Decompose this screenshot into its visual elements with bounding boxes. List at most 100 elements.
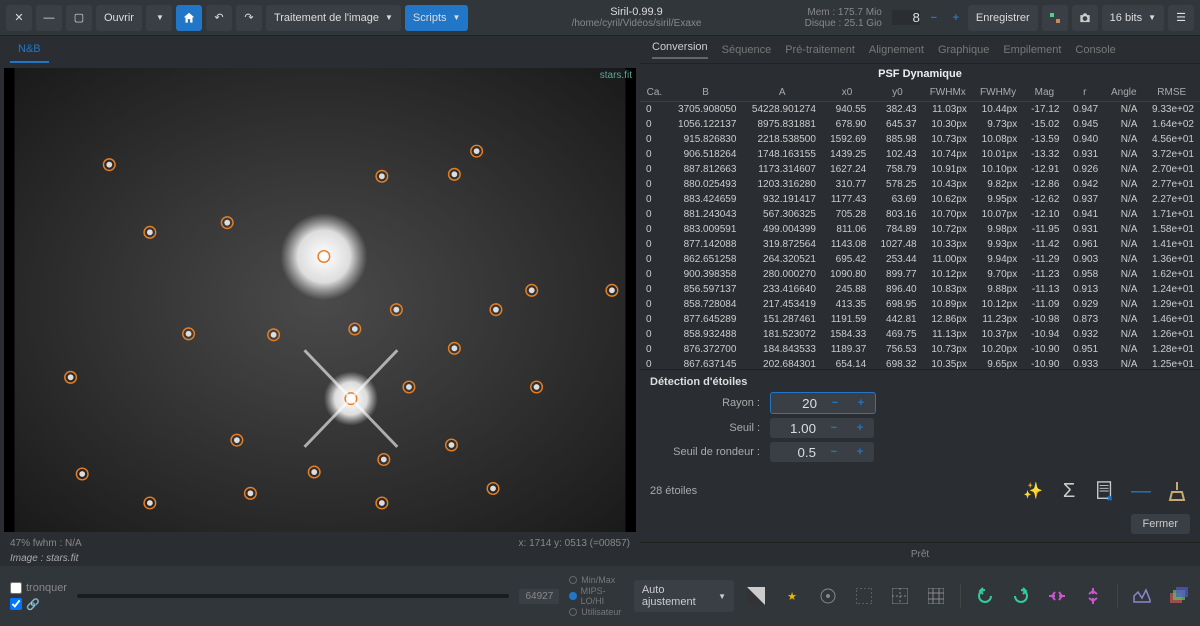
status-ready: Prêt: [640, 542, 1200, 566]
camera-icon[interactable]: [1072, 5, 1098, 31]
home-button[interactable]: [176, 5, 202, 31]
redo-button[interactable]: ↷: [236, 5, 262, 31]
auto-adjust-menu[interactable]: Auto ajustement▼: [634, 580, 734, 612]
bottom-bar: tronquer 🔗 64927 Min/Max MIPS-LO/HI Util…: [0, 566, 1200, 626]
zoom-fwhm: 47% fwhm : N/A: [10, 538, 82, 549]
grid3-icon[interactable]: [924, 584, 948, 608]
target-icon[interactable]: [816, 584, 840, 608]
col-header[interactable]: RMSE: [1143, 84, 1200, 102]
maximize-icon[interactable]: ▢: [66, 5, 92, 31]
table-row[interactable]: 0887.8126631173.3146071627.24758.7910.91…: [640, 162, 1200, 177]
spin-value[interactable]: [892, 10, 920, 25]
link-checkbox[interactable]: 🔗: [10, 598, 67, 611]
header-spin[interactable]: − +: [892, 10, 964, 26]
rayon-plus-icon[interactable]: +: [853, 395, 869, 411]
remove-icon[interactable]: —: [1128, 478, 1154, 504]
image-processing-menu[interactable]: Traitement de l'image▼: [266, 5, 401, 31]
table-row[interactable]: 0915.8268302218.5385001592.69885.9810.73…: [640, 132, 1200, 147]
table-row[interactable]: 0876.372700184.8435331189.37756.5310.73p…: [640, 342, 1200, 357]
table-row[interactable]: 0858.728084217.453419413.35698.9510.89px…: [640, 297, 1200, 312]
rondeur-input[interactable]: − +: [770, 442, 874, 462]
close-psf-button[interactable]: Fermer: [1131, 514, 1190, 534]
detect-stars-icon[interactable]: ✨: [1020, 478, 1046, 504]
table-row[interactable]: 0883.424659932.1914171177.4363.6910.62px…: [640, 192, 1200, 207]
rond-plus-icon[interactable]: +: [852, 444, 868, 460]
col-header[interactable]: FWHMx: [923, 84, 973, 102]
table-row[interactable]: 0858.932488181.5230721584.33469.7511.13p…: [640, 327, 1200, 342]
table-row[interactable]: 0880.0254931203.316280310.77578.2510.43p…: [640, 177, 1200, 192]
overlay-star-icon[interactable]: ★: [780, 584, 804, 608]
flip-v-icon[interactable]: [1081, 584, 1105, 608]
col-header[interactable]: Angle: [1104, 84, 1143, 102]
col-header[interactable]: B: [669, 84, 743, 102]
clean-icon[interactable]: [1164, 478, 1190, 504]
rotate-right-icon[interactable]: [1009, 584, 1033, 608]
save-button[interactable]: Enregistrer: [968, 5, 1038, 31]
flip-h-icon[interactable]: [1045, 584, 1069, 608]
undo-button[interactable]: ↶: [206, 5, 232, 31]
table-row[interactable]: 0877.142088319.8725641143.081027.4810.33…: [640, 237, 1200, 252]
mode-user[interactable]: Utilisateur: [569, 607, 624, 617]
export-icon[interactable]: [1092, 478, 1118, 504]
rond-minus-icon[interactable]: −: [826, 444, 842, 460]
grid1-icon[interactable]: [852, 584, 876, 608]
table-row[interactable]: 0856.597137233.416640245.88896.4010.83px…: [640, 282, 1200, 297]
bits-menu[interactable]: 16 bits▼: [1102, 5, 1164, 31]
color-icon[interactable]: [1042, 5, 1068, 31]
histogram-icon[interactable]: [1130, 584, 1154, 608]
tab-graphique[interactable]: Graphique: [938, 44, 989, 56]
col-header[interactable]: y0: [872, 84, 922, 102]
scripts-menu[interactable]: Scripts▼: [405, 5, 469, 31]
col-header[interactable]: Mag: [1023, 84, 1065, 102]
col-header[interactable]: FWHMy: [973, 84, 1023, 102]
table-row[interactable]: 0883.009591499.004399811.06784.8910.72px…: [640, 222, 1200, 237]
mode-mips[interactable]: MIPS-LO/HI: [569, 586, 624, 606]
col-header[interactable]: Ca.: [640, 84, 669, 102]
mode-minmax[interactable]: Min/Max: [569, 575, 624, 585]
tab-alignement[interactable]: Alignement: [869, 44, 924, 56]
table-row[interactable]: 0900.398358280.0002701090.80899.7710.12p…: [640, 267, 1200, 282]
open-button[interactable]: Ouvrir: [96, 5, 142, 31]
tab-séquence[interactable]: Séquence: [722, 44, 772, 56]
grid2-icon[interactable]: [888, 584, 912, 608]
col-header[interactable]: A: [742, 84, 821, 102]
sum-icon[interactable]: Σ: [1056, 478, 1082, 504]
seuil-plus-icon[interactable]: +: [852, 420, 868, 436]
slider-value: 64927: [519, 589, 559, 604]
spin-minus-icon[interactable]: −: [926, 10, 942, 26]
negate-icon[interactable]: [744, 584, 768, 608]
tab-bw[interactable]: N&B: [10, 37, 49, 63]
layers-icon[interactable]: [1166, 584, 1190, 608]
tab-empilement[interactable]: Empilement: [1003, 44, 1061, 56]
col-header[interactable]: x0: [822, 84, 872, 102]
rotate-left-icon[interactable]: [973, 584, 997, 608]
tab-console[interactable]: Console: [1075, 44, 1115, 56]
table-row[interactable]: 0881.243043567.306325705.28803.1610.70px…: [640, 207, 1200, 222]
table-row[interactable]: 0877.645289151.2874611191.59442.8112.86p…: [640, 312, 1200, 327]
table-row[interactable]: 0867.637145202.684301654.14698.3210.35px…: [640, 357, 1200, 369]
hamburger-icon[interactable]: ☰: [1168, 5, 1194, 31]
psf-table[interactable]: Ca.BAx0y0FWHMxFWHMyMagrAngleRMSE 03705.9…: [640, 84, 1200, 369]
table-row[interactable]: 03705.90805054228.901274940.55382.4311.0…: [640, 102, 1200, 118]
image-viewer[interactable]: stars.fit: [4, 68, 636, 532]
rayon-minus-icon[interactable]: −: [827, 395, 843, 411]
open-dropdown[interactable]: ▼: [146, 5, 172, 31]
seuil-minus-icon[interactable]: −: [826, 420, 842, 436]
rayon-input[interactable]: − +: [770, 392, 876, 414]
spin-plus-icon[interactable]: +: [948, 10, 964, 26]
col-header[interactable]: r: [1065, 84, 1104, 102]
left-tabs: N&B: [0, 36, 640, 64]
table-row[interactable]: 01056.1221378975.831881678.90645.3710.30…: [640, 117, 1200, 132]
tab-pré-traitement[interactable]: Pré-traitement: [785, 44, 855, 56]
tronquer-checkbox[interactable]: tronquer: [10, 582, 67, 594]
histogram-slider[interactable]: [77, 594, 510, 598]
app-title: Siril-0.99.9: [610, 6, 663, 18]
seuil-input[interactable]: − +: [770, 418, 874, 438]
table-row[interactable]: 0862.651258264.320521695.42253.4411.00px…: [640, 252, 1200, 267]
close-window-icon[interactable]: ✕: [6, 5, 32, 31]
image-filename: stars.fit: [600, 70, 632, 81]
minimize-icon[interactable]: —: [36, 5, 62, 31]
table-row[interactable]: 0906.5182641748.1631551439.25102.4310.74…: [640, 147, 1200, 162]
link-icon: 🔗: [26, 598, 40, 611]
tab-conversion[interactable]: Conversion: [652, 41, 708, 59]
